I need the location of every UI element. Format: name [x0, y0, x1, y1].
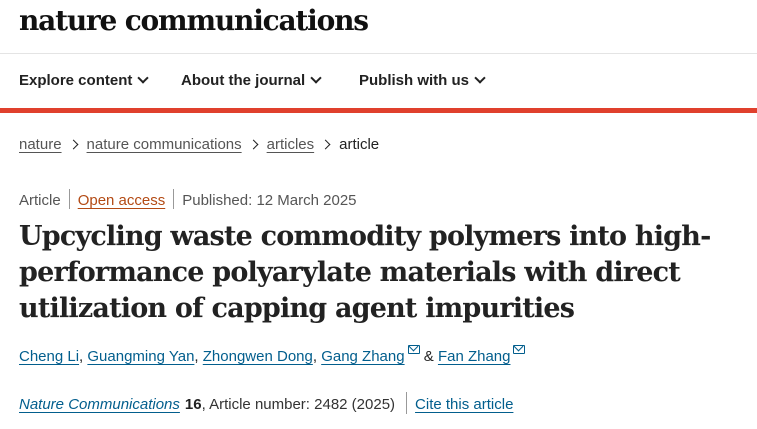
- breadcrumb-item-article: article: [339, 136, 380, 153]
- open-access-link[interactable]: Open access: [78, 192, 166, 209]
- article-title: Upcycling waste commodity polymers into …: [19, 221, 711, 324]
- site-header: nature communications: [0, 0, 757, 54]
- author-list: Cheng Li, Guangming Yan, Zhongwen Dong, …: [19, 345, 526, 365]
- breadcrumb-item-nature[interactable]: nature: [19, 136, 62, 153]
- author-and: &: [419, 348, 438, 365]
- nav-explore-content-label: Explore content: [19, 72, 133, 89]
- nav-about-journal-label: About the journal: [181, 72, 306, 89]
- author-link[interactable]: Guangming Yan: [87, 348, 194, 365]
- article-number: , Article number: 2482 (2025): [201, 395, 396, 413]
- accent-divider: [0, 108, 757, 113]
- author-separator: ,: [312, 348, 322, 365]
- author-link[interactable]: Cheng Li: [19, 348, 79, 365]
- breadcrumb-item-nature-communications[interactable]: nature communications: [87, 136, 242, 153]
- nav-publish-with-us[interactable]: Publish with us: [359, 72, 486, 89]
- article-type: Article: [19, 191, 61, 209]
- mail-icon[interactable]: [513, 345, 526, 354]
- breadcrumb: nature nature communications articles artic…: [19, 136, 379, 153]
- main-nav: Explore content About the journal Publis…: [0, 54, 757, 108]
- chevron-right-icon: [68, 139, 78, 150]
- chevron-down-icon: [474, 72, 486, 84]
- volume-number: 16: [184, 395, 202, 413]
- breadcrumb-item-articles[interactable]: articles: [267, 136, 315, 153]
- article-meta: Article Open access Published: 12 March 20…: [19, 189, 357, 211]
- nav-about-journal[interactable]: About the journal: [181, 72, 322, 89]
- chevron-right-icon: [320, 139, 331, 150]
- published-date: Published: 12 March 2025: [182, 191, 357, 209]
- meta-divider: [68, 189, 70, 209]
- journal-link[interactable]: Nature Communications: [19, 396, 180, 413]
- author-link[interactable]: Fan Zhang: [438, 348, 511, 365]
- citation-divider: [406, 392, 408, 414]
- chevron-down-icon: [310, 72, 322, 84]
- author-separator: ,: [194, 348, 203, 365]
- chevron-down-icon: [137, 72, 150, 84]
- chevron-right-icon: [248, 139, 259, 150]
- nav-publish-with-us-label: Publish with us: [359, 72, 470, 89]
- site-logo[interactable]: nature communications: [19, 4, 369, 37]
- author-link[interactable]: Zhongwen Dong: [203, 348, 313, 365]
- citation-line: Nature Communications 16, Article number:…: [19, 392, 513, 416]
- meta-divider: [173, 189, 175, 209]
- cite-this-article-link[interactable]: Cite this article: [415, 396, 513, 413]
- nav-explore-content[interactable]: Explore content: [19, 72, 150, 89]
- author-link[interactable]: Gang Zhang: [321, 348, 404, 365]
- mail-icon[interactable]: [407, 345, 420, 354]
